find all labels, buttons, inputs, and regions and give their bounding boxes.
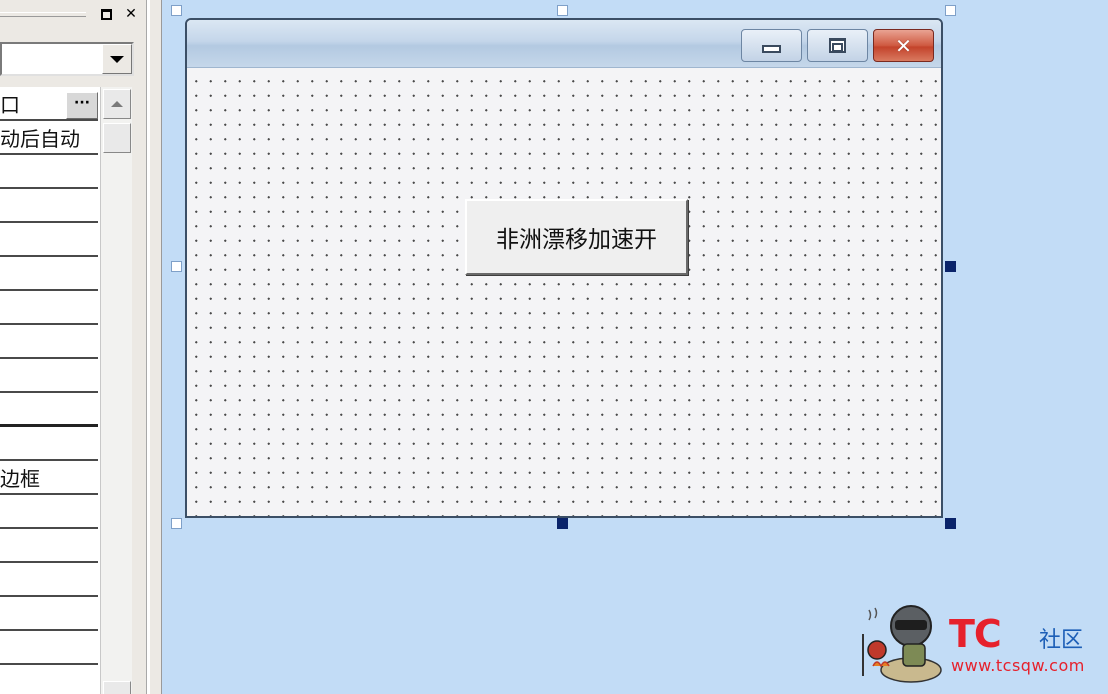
resize-handle[interactable] [945, 261, 956, 272]
property-value: 口 [0, 92, 20, 117]
property-row[interactable] [0, 427, 98, 461]
restore-icon [100, 8, 112, 20]
property-scrollbar[interactable] [100, 87, 132, 694]
minimize-button[interactable] [741, 29, 802, 62]
scroll-down-button[interactable] [103, 681, 131, 694]
property-row[interactable] [0, 597, 98, 631]
property-row[interactable] [0, 189, 98, 223]
object-select[interactable] [0, 42, 134, 76]
property-row[interactable] [0, 291, 98, 325]
ellipsis-button[interactable]: ··· [66, 92, 98, 119]
chevron-down-icon [110, 55, 124, 63]
design-form-window[interactable]: ✕ 非洲漂移加速开 [185, 18, 943, 518]
form-titlebar[interactable]: ✕ [187, 20, 941, 68]
property-row[interactable] [0, 257, 98, 291]
property-row[interactable] [0, 359, 98, 393]
scroll-up-button[interactable] [103, 89, 131, 119]
accelerate-button[interactable]: 非洲漂移加速开 [465, 199, 688, 275]
resize-handle[interactable] [557, 518, 568, 529]
close-icon: ✕ [895, 33, 912, 58]
property-row[interactable]: 口 ··· [0, 87, 98, 121]
property-row[interactable] [0, 529, 98, 563]
maximize-button[interactable] [807, 29, 868, 62]
resize-handle[interactable] [945, 518, 956, 529]
property-row[interactable] [0, 155, 98, 189]
watermark: TC 社区 www.tcsqw.com [855, 598, 1103, 692]
watermark-logo: TC [949, 612, 1002, 656]
resize-handle[interactable] [171, 5, 182, 16]
resize-handle[interactable] [557, 5, 568, 16]
property-row[interactable] [0, 495, 98, 529]
property-row[interactable] [0, 325, 98, 359]
property-panel: ✕ 口 ··· 动后自动 边框 [0, 0, 162, 694]
scroll-thumb[interactable] [103, 123, 131, 153]
property-row[interactable] [0, 223, 98, 257]
property-value: 动后自动 [0, 126, 80, 151]
close-button[interactable]: ✕ [873, 29, 934, 62]
panel-close-button[interactable]: ✕ [122, 5, 140, 23]
object-select-arrow[interactable] [102, 44, 132, 74]
watermark-community: 社区 [1039, 628, 1084, 653]
property-row[interactable] [0, 631, 98, 665]
form-design-grid[interactable]: 非洲漂移加速开 [187, 68, 941, 516]
minimize-icon [762, 44, 781, 53]
maximize-icon [829, 38, 846, 53]
resize-handle[interactable] [945, 5, 956, 16]
close-icon: ✕ [125, 6, 137, 22]
property-row[interactable] [0, 563, 98, 597]
panel-splitter[interactable] [146, 0, 150, 694]
property-row[interactable]: 动后自动 [0, 121, 98, 155]
resize-handle[interactable] [171, 518, 182, 529]
resize-handle[interactable] [171, 261, 182, 272]
property-value: 边框 [0, 466, 40, 491]
property-row[interactable]: 边框 [0, 461, 98, 495]
mascot-icon [862, 605, 942, 683]
chevron-up-icon [111, 101, 123, 107]
panel-titlebar: ✕ [0, 0, 146, 30]
watermark-url: www.tcsqw.com [951, 656, 1085, 675]
property-row[interactable] [0, 393, 98, 427]
property-grid: 口 ··· 动后自动 边框 [0, 87, 100, 694]
panel-grip[interactable] [0, 12, 86, 17]
panel-restore-button[interactable] [97, 5, 115, 23]
